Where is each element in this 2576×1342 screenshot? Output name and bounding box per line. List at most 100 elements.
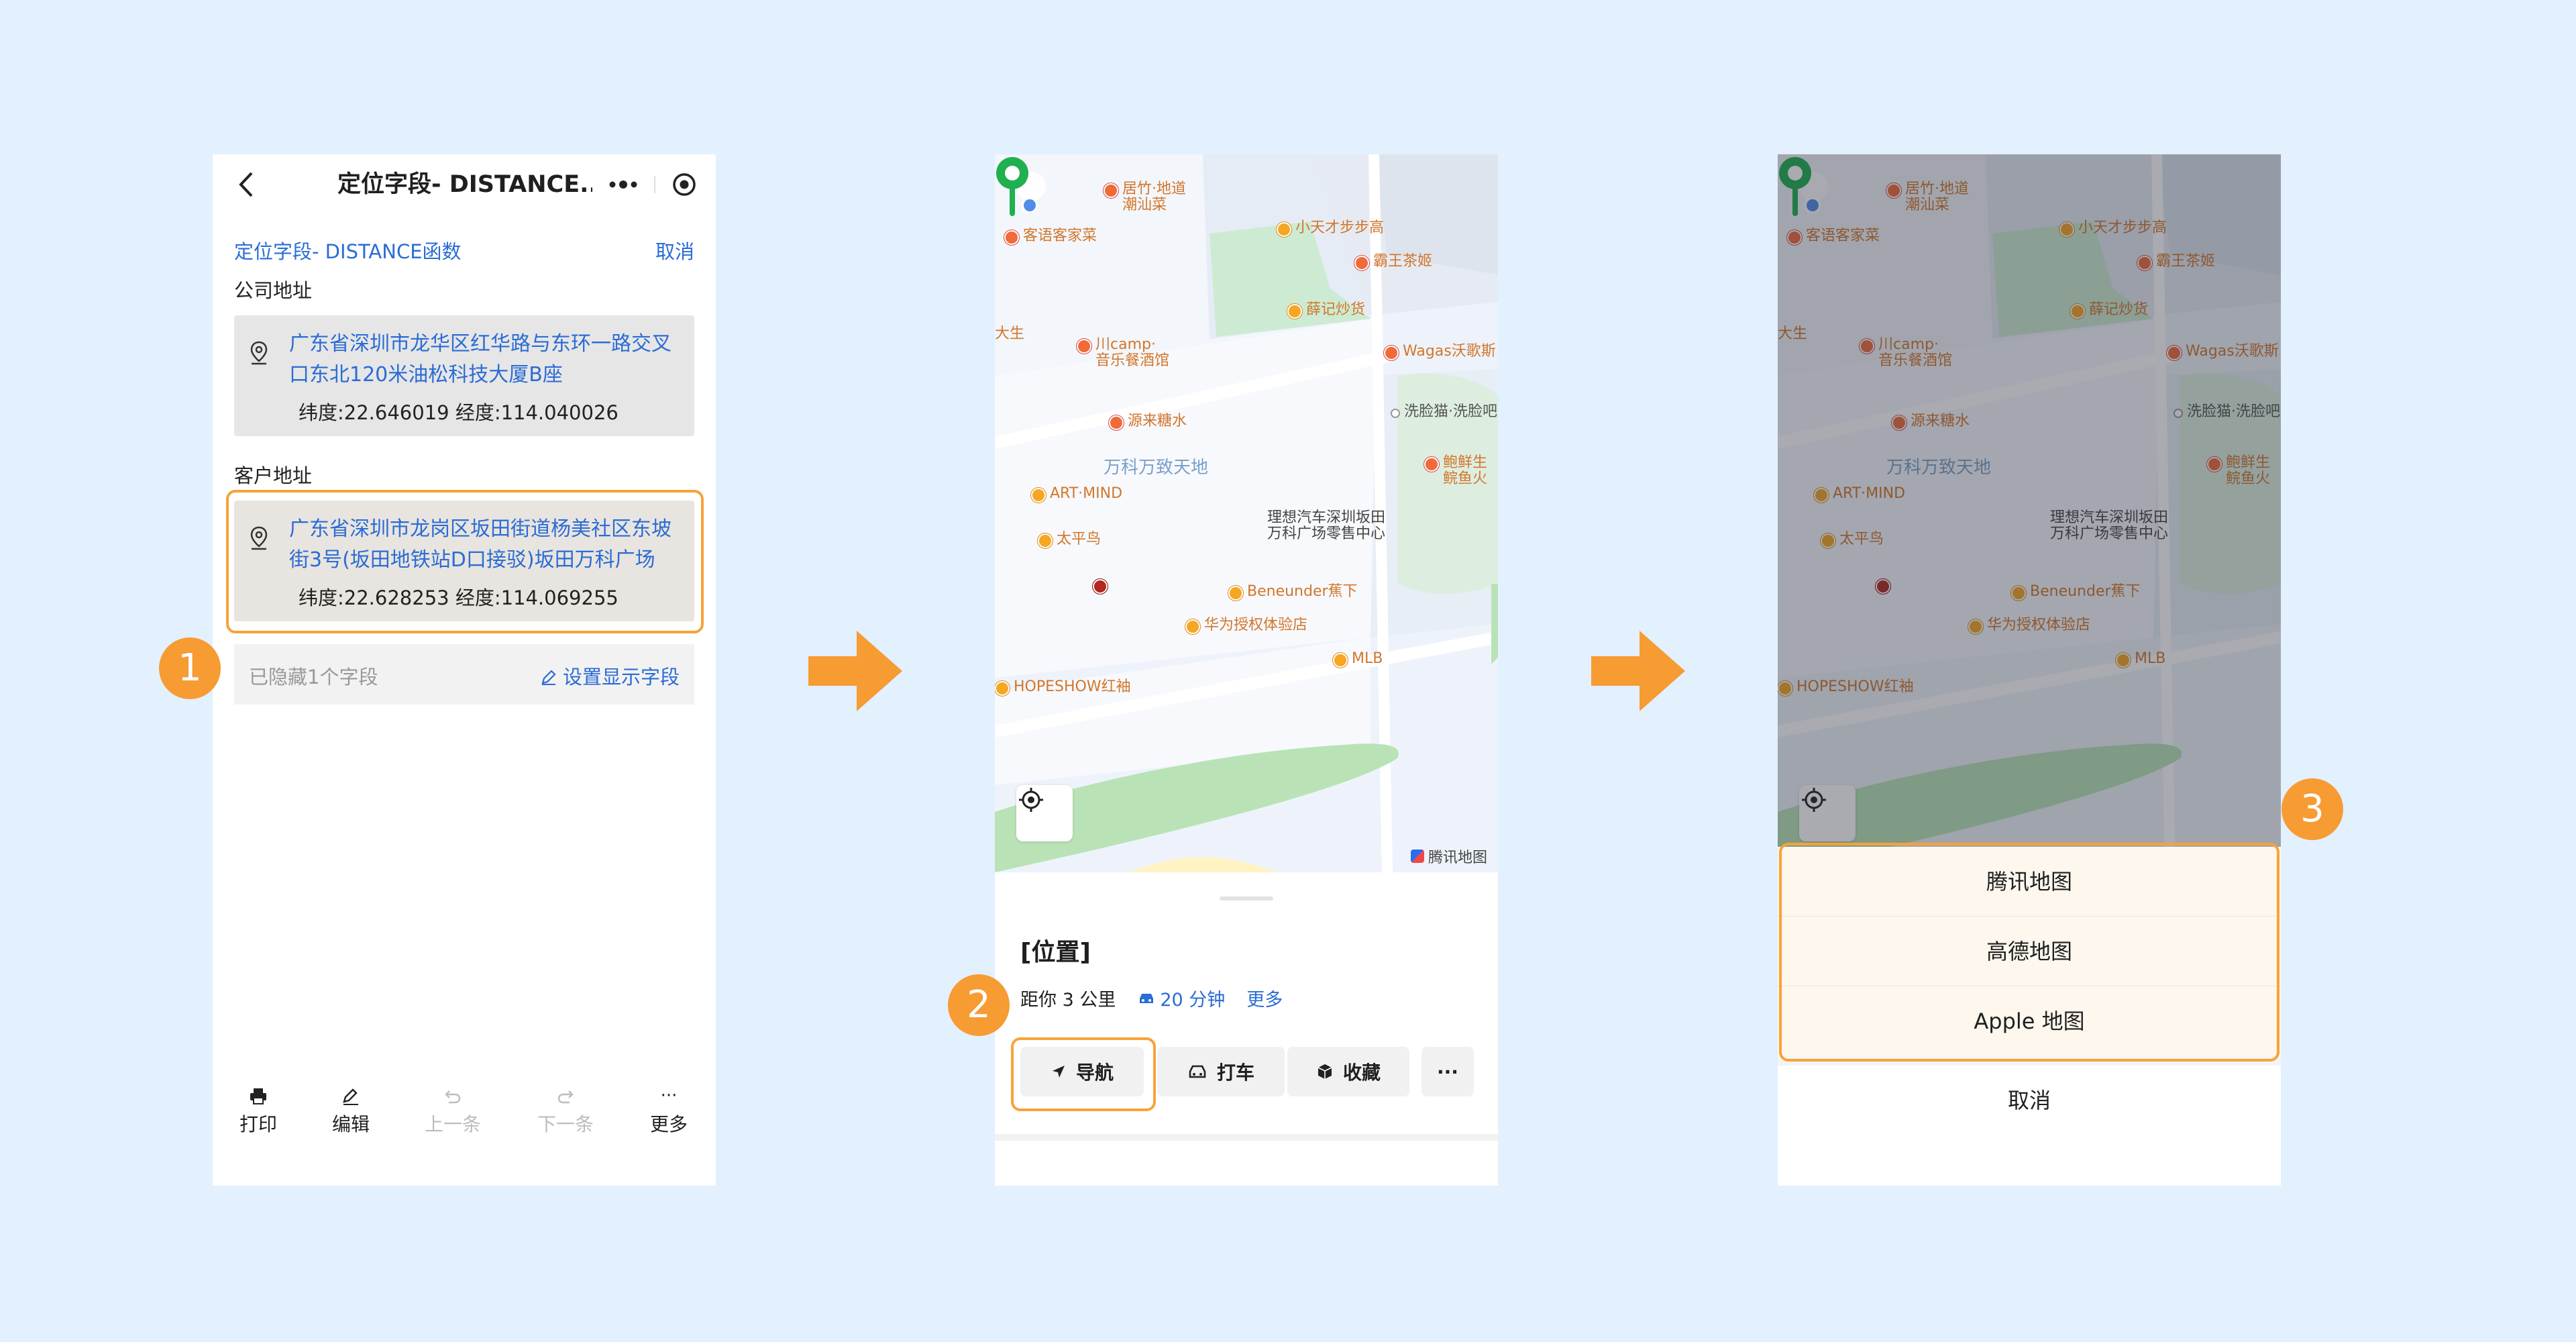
poi-marker[interactable]: 小天才步步高 (1277, 220, 1384, 237)
place-info-card: [位置] 距你 3 公里 20 分钟 更多 导航 打车 收藏 ··· (995, 879, 1498, 1186)
more-dots-icon[interactable] (602, 166, 645, 203)
step-arrow-icon (808, 631, 902, 711)
redo-arrow-icon (525, 1080, 606, 1111)
poi-marker[interactable]: 薛记炒货 (1287, 302, 1365, 319)
route-summary: 距你 3 公里 20 分钟 更多 (1020, 985, 1283, 1011)
poi-marker[interactable]: 源来糖水 (1109, 413, 1187, 430)
company-address-text[interactable]: 广东省深圳市龙华区红华路与东环一路交叉口东北120米油松科技大厦B座 (289, 329, 678, 391)
highlight-frame (1779, 843, 2279, 1062)
close-miniprogram-icon[interactable] (666, 166, 702, 203)
company-coordinates: 纬度:22.646019 经度:114.040026 (299, 401, 619, 424)
cancel-link[interactable]: 取消 (655, 236, 694, 264)
poi-label: 洗脸猫·洗脸吧 (1404, 403, 1497, 420)
poi-dot-icon (1228, 586, 1243, 601)
poi-marker[interactable] (1093, 577, 1112, 594)
drive-time[interactable]: 20 分钟 (1137, 985, 1225, 1011)
poi-dot-icon (1333, 653, 1348, 668)
poi-label: 小天才步步高 (1295, 219, 1385, 236)
company-address-box[interactable]: 广东省深圳市龙华区红华路与东环一路交叉口东北120米油松科技大厦B座 纬度:22… (234, 315, 694, 436)
distance-text: 距你 3 公里 (1020, 990, 1116, 1011)
step-badge-1: 1 (159, 637, 221, 699)
more-label: 更多 (649, 1113, 688, 1135)
screen-map-chooser: 居竹·地道 潮汕菜 客语客家菜 小天才步步高 霸王茶姬 薛记炒货 大生 川cam… (1778, 154, 2281, 1186)
poi-dot-icon (1104, 183, 1118, 198)
bottom-toolbar: 打印 编辑 上一条 下一条 ··· 更多 (213, 1080, 716, 1161)
poi-dot-icon (1031, 488, 1046, 503)
poi-marker[interactable]: ART·MIND (1031, 486, 1122, 503)
print-button[interactable]: 打印 (218, 1080, 299, 1154)
poi-marker[interactable]: 洗脸猫·洗脸吧 (1391, 404, 1497, 420)
printer-icon (218, 1080, 299, 1111)
step-badge-2: 2 (948, 974, 1010, 1036)
poi-label: 鲍鲜生 鲩鱼火 (1443, 454, 1488, 487)
hidden-fields-hint: 已隐藏1个字段 (249, 666, 378, 688)
poi-marker[interactable]: HOPESHOW红袖 (995, 679, 1131, 696)
poi-label: 太平鸟 (1057, 531, 1102, 548)
poi-label: 川camp· 音乐餐酒馆 (1095, 336, 1170, 369)
poi-dot-icon (1077, 339, 1091, 354)
edit-icon (311, 1080, 391, 1111)
poi-marker[interactable]: 鲍鲜生 鲩鱼火 (1424, 455, 1487, 487)
set-display-fields-label: 设置显示字段 (562, 666, 680, 688)
selected-place-label: 理想汽车深圳坂田 万科广场零售中心 (1267, 509, 1386, 542)
drag-handle[interactable] (1220, 896, 1273, 900)
poi-label: 大生 (995, 325, 1025, 342)
restaurant-marker-icon (1093, 579, 1108, 594)
poi-dot-icon (1424, 457, 1439, 472)
poi-dot-icon (1109, 415, 1124, 430)
poi-marker[interactable]: 川camp· 音乐餐酒馆 (1077, 337, 1169, 369)
place-title: [位置] (1020, 939, 1091, 966)
more-routes-link[interactable]: 更多 (1246, 985, 1283, 1011)
poi-dot-icon (1277, 222, 1291, 237)
undo-arrow-icon (413, 1080, 493, 1111)
favorite-button[interactable]: 收藏 (1287, 1047, 1409, 1096)
nav-title: 定位字段- DISTANCE... (337, 171, 592, 198)
set-display-fields-button[interactable]: 设置显示字段 (540, 662, 680, 690)
poi-label: ART·MIND (1050, 485, 1123, 502)
map-view[interactable]: 居竹·地道 潮汕菜 客语客家菜 小天才步步高 霸王茶姬 薛记炒货 大生 川cam… (995, 154, 1498, 872)
next-record-button[interactable]: 下一条 (525, 1080, 606, 1154)
poi-marker[interactable]: 霸王茶姬 (1354, 254, 1432, 270)
step-arrow-icon (1591, 631, 1685, 711)
form-header: 定位字段- DISTANCE函数 取消 (234, 236, 694, 263)
taxi-car-icon (1189, 1065, 1206, 1078)
poi-marker[interactable]: Beneunder蕉下 (1228, 584, 1358, 601)
tencent-map-label: 腾讯地图 (1428, 849, 1487, 866)
step-badge-3: 3 (2282, 778, 2343, 840)
favorite-label: 收藏 (1342, 1062, 1381, 1084)
company-address-label: 公司地址 (234, 279, 313, 302)
poi-label: Wagas沃歌斯 (1403, 343, 1496, 360)
poi-label: 华为授权体验店 (1204, 617, 1308, 633)
poi-label: HOPESHOW红袖 (1014, 678, 1131, 695)
customer-address-label: 客户地址 (234, 464, 313, 487)
car-icon (1140, 993, 1154, 1003)
more-button[interactable]: ··· 更多 (629, 1080, 709, 1154)
poi-marker[interactable]: 客语客家菜 (1004, 228, 1097, 245)
sheet-cancel-button[interactable]: 取消 (1778, 1066, 2281, 1135)
poi-label: 客语客家菜 (1023, 227, 1097, 244)
location-pin-icon (250, 341, 268, 365)
poi-marker[interactable]: 太平鸟 (1038, 531, 1101, 548)
poi-marker[interactable]: 居竹·地道 潮汕菜 (1104, 181, 1186, 213)
edit-button[interactable]: 编辑 (311, 1080, 391, 1154)
poi-label: 源来糖水 (1128, 413, 1187, 429)
previous-record-button[interactable]: 上一条 (413, 1080, 493, 1154)
form-title: 定位字段- DISTANCE函数 (234, 240, 462, 263)
back-icon[interactable] (233, 169, 260, 200)
poi-marker[interactable]: Wagas沃歌斯 (1384, 344, 1496, 360)
overflow-button[interactable]: ··· (1421, 1047, 1474, 1096)
taxi-button[interactable]: 打车 (1157, 1047, 1285, 1096)
locate-me-button[interactable] (1016, 785, 1073, 841)
nav-bar: 定位字段- DISTANCE... (213, 154, 716, 215)
poi-marker[interactable]: 华为授权体验店 (1185, 617, 1307, 634)
highlight-frame (1011, 1037, 1156, 1111)
screen-form-detail: 定位字段- DISTANCE... 定位字段- DISTANCE函数 取消 公司… (213, 154, 716, 1186)
edit-pencil-icon (541, 670, 556, 685)
screen-map-location: 居竹·地道 潮汕菜 客语客家菜 小天才步步高 霸王茶姬 薛记炒货 大生 川cam… (995, 154, 1498, 1186)
poi-marker[interactable]: MLB (1333, 651, 1383, 668)
poi-dot-icon (1354, 256, 1369, 270)
hidden-fields-row: 已隐藏1个字段 设置显示字段 (234, 644, 694, 705)
capsule-divider (654, 176, 655, 193)
poi-dot-icon (1038, 533, 1053, 548)
poi-dot-icon (1391, 409, 1400, 418)
